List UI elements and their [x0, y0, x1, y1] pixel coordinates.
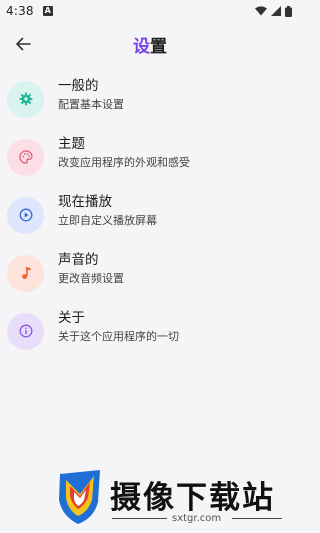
watermark-text: 摄像下载站 [110, 480, 275, 516]
info-icon [19, 324, 32, 338]
settings-item-title: 现在播放 [58, 194, 112, 210]
sound-text: 声音的 更改音频设置 [58, 251, 124, 287]
settings-item-general[interactable]: 一般的 配置基本设置 [0, 70, 300, 128]
theme-icon-circle [7, 138, 44, 176]
watermark-divider-right [232, 518, 282, 519]
status-time: 4:38 [6, 4, 34, 18]
about-icon-circle [7, 312, 44, 350]
watermark-url: sxtgr.com [172, 513, 222, 524]
settings-item-subtitle: 立即自定义播放屏幕 [58, 214, 157, 227]
battery-icon [285, 5, 292, 17]
page-title: 设置 [0, 32, 300, 57]
settings-item-sound[interactable]: 声音的 更改音频设置 [0, 244, 300, 302]
page-title-part2: 置 [150, 37, 167, 57]
settings-list: 一般的 配置基本设置 主题 改变应用程序的外观和感受 现在播放 立即自定义播放屏… [0, 70, 300, 360]
page-title-part1: 设 [133, 37, 150, 57]
notification-icon: A [42, 6, 53, 16]
theme-text: 主题 改变应用程序的外观和感受 [58, 135, 190, 171]
music-note-icon [21, 267, 30, 279]
about-text: 关于 关于这个应用程序的一切 [58, 309, 179, 345]
general-icon-circle [7, 80, 44, 118]
gear-icon [19, 92, 32, 106]
settings-item-subtitle: 更改音频设置 [58, 272, 124, 285]
app-bar: 设置 [0, 26, 300, 62]
settings-item-theme[interactable]: 主题 改变应用程序的外观和感受 [0, 128, 300, 186]
settings-screen: 4:38 A 设置 一般的 配置基本设置 主题 改变应用程序的外观和感受 现在播… [0, 0, 300, 533]
settings-item-subtitle: 配置基本设置 [58, 98, 124, 111]
cellular-icon [271, 6, 281, 16]
settings-item-title: 声音的 [58, 252, 99, 268]
status-icons [255, 5, 292, 17]
palette-icon [18, 150, 33, 164]
settings-item-about[interactable]: 关于 关于这个应用程序的一切 [0, 302, 300, 360]
settings-item-title: 一般的 [58, 78, 99, 94]
now-playing-icon-circle [7, 196, 44, 234]
settings-item-title: 主题 [58, 136, 85, 152]
watermark-logo-icon [59, 470, 100, 524]
settings-item-now-playing[interactable]: 现在播放 立即自定义播放屏幕 [0, 186, 300, 244]
now-playing-text: 现在播放 立即自定义播放屏幕 [58, 193, 157, 229]
status-bar: 4:38 A [0, 0, 300, 22]
wifi-icon [255, 6, 267, 16]
watermark: 摄像下载站 sxtgr.com [50, 466, 290, 528]
settings-item-title: 关于 [58, 310, 85, 326]
watermark-divider-left [112, 518, 167, 519]
sound-icon-circle [7, 254, 44, 292]
settings-item-subtitle: 改变应用程序的外观和感受 [58, 156, 190, 169]
general-text: 一般的 配置基本设置 [58, 77, 124, 113]
play-circle-icon [19, 208, 32, 222]
settings-item-subtitle: 关于这个应用程序的一切 [58, 330, 179, 343]
